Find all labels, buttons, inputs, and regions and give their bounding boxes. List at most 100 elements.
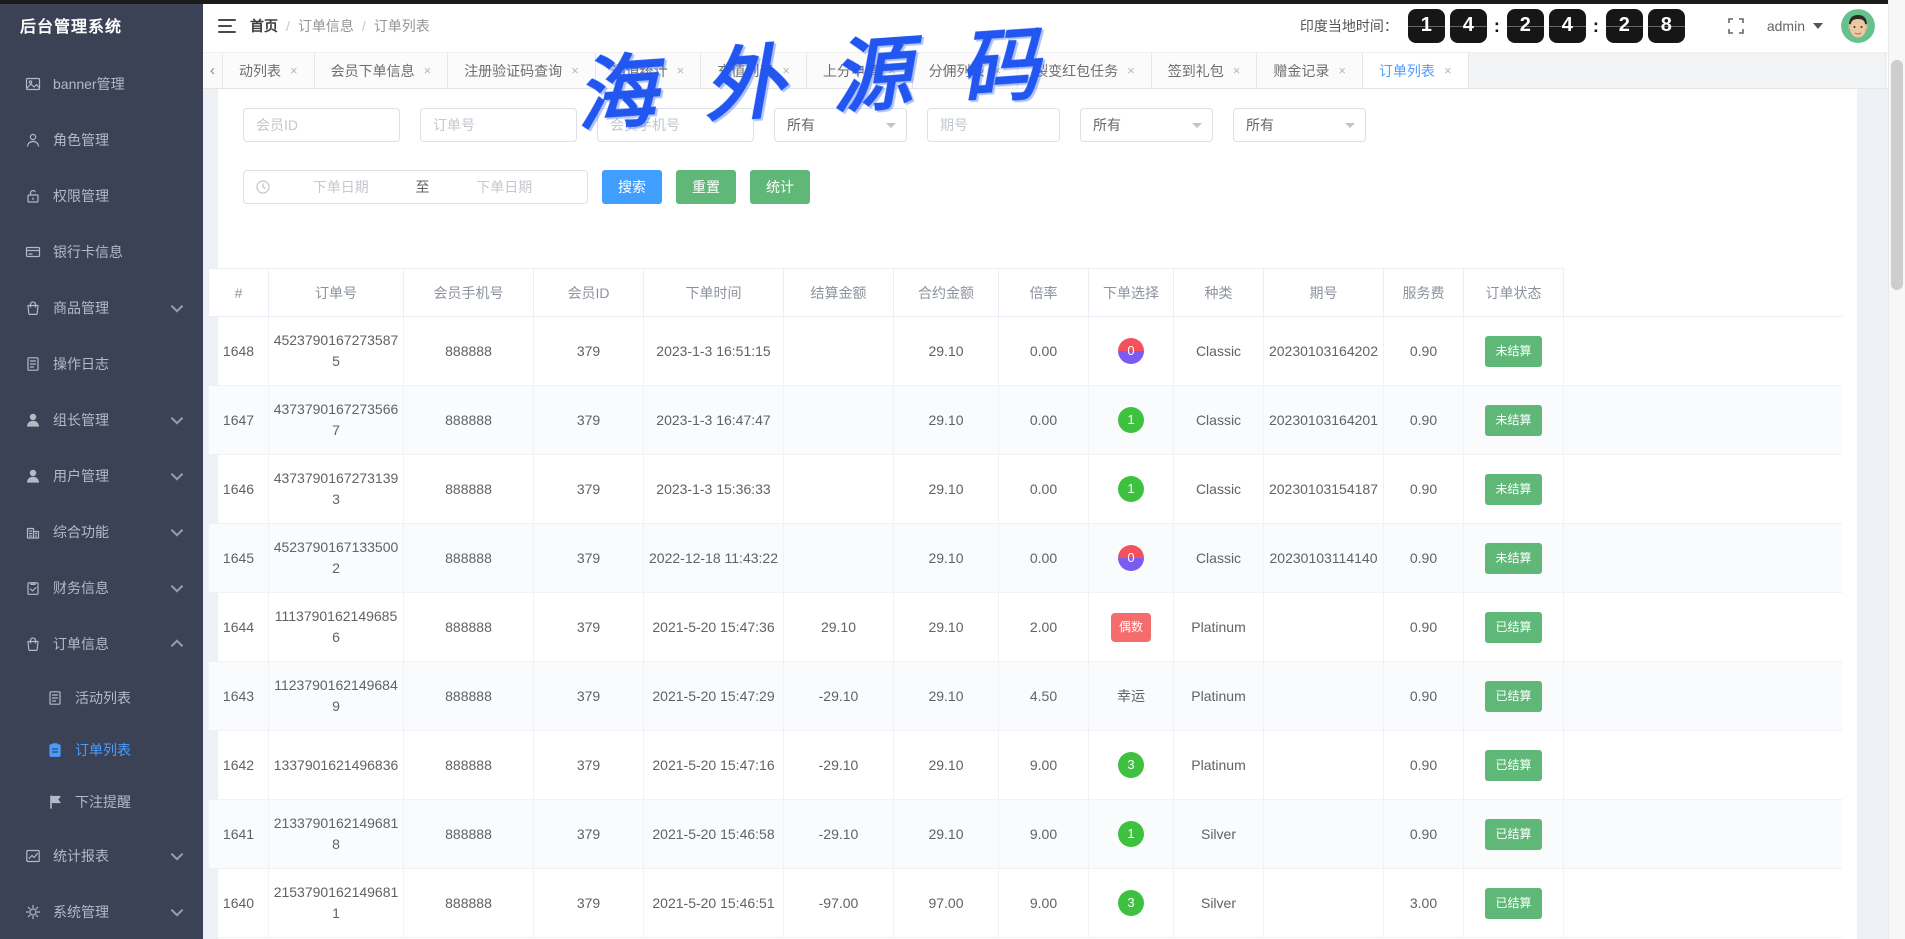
sidebar-subitem-10-0[interactable]: 活动列表 [0, 672, 203, 724]
image-icon [25, 76, 41, 92]
scrollbar-thumb[interactable] [1891, 60, 1903, 290]
cell-choice: 0 [1089, 524, 1174, 593]
tab-close-icon[interactable]: × [424, 63, 432, 78]
cell-filler [1564, 524, 1843, 593]
tab-close-icon[interactable]: × [888, 63, 896, 78]
chevron-down-icon [886, 123, 896, 128]
cell-fee: 0.90 [1384, 386, 1464, 455]
sidebar-item-7[interactable]: 用户管理 [0, 448, 203, 504]
sidebar-item-label: 权限管理 [53, 186, 185, 206]
tab-6[interactable]: 分佣列表× [913, 53, 1019, 88]
tab-close-icon[interactable]: × [1233, 63, 1241, 78]
window-top-edge [0, 0, 1905, 4]
tab-close-icon[interactable]: × [290, 63, 298, 78]
sidebar-subitem-10-2[interactable]: 下注提醒 [0, 776, 203, 828]
cell-filler [1564, 317, 1843, 386]
sidebar-item-5[interactable]: 操作日志 [0, 336, 203, 392]
cell-fee: 0.90 [1384, 317, 1464, 386]
tab-4[interactable]: 充值列表× [701, 53, 807, 88]
sidebar-item-12[interactable]: 系统管理 [0, 884, 203, 939]
sidebar-item-2[interactable]: 权限管理 [0, 168, 203, 224]
table-row: 164213379016214968368888883792021-5-20 1… [209, 731, 1843, 800]
clipboard-icon [47, 742, 63, 758]
clock-digit-2: 2 [1507, 9, 1544, 43]
cell-fee: 0.90 [1384, 662, 1464, 731]
select-value: 所有 [1246, 115, 1274, 135]
order-date-range-input[interactable]: 下单日期 至 下单日期 [243, 170, 588, 204]
local-time-label: 印度当地时间： [1300, 16, 1398, 36]
cell-order: 11237901621496849 [269, 662, 404, 731]
sidebar-submenu: 活动列表订单列表下注提醒 [0, 672, 203, 828]
sidebar-item-9[interactable]: 财务信息 [0, 560, 203, 616]
tab-close-icon[interactable]: × [1444, 63, 1452, 78]
stats-button[interactable]: 统计 [750, 170, 810, 204]
cell-member: 379 [534, 662, 644, 731]
tab-close-icon[interactable]: × [571, 63, 579, 78]
cell-time: 2021-5-20 15:47:29 [644, 662, 784, 731]
filter-input-field-0[interactable] [244, 109, 399, 141]
search-button[interactable]: 搜索 [602, 170, 662, 204]
fullscreen-icon[interactable] [1727, 17, 1745, 35]
chevron-down-icon [1192, 123, 1202, 128]
cell-period [1264, 662, 1384, 731]
filter-select-5[interactable]: 所有 [1080, 108, 1213, 142]
cell-phone: 888888 [404, 317, 534, 386]
filter-input-field-2[interactable] [598, 109, 753, 141]
cell-period: 20230103154187 [1264, 455, 1384, 524]
sidebar-item-3[interactable]: 银行卡信息 [0, 224, 203, 280]
column-header-6: 合约金额 [894, 269, 999, 317]
tab-10[interactable]: 订单列表× [1363, 53, 1469, 88]
tab-3[interactable]: 通道统计× [596, 53, 702, 88]
cell-choice: 1 [1089, 800, 1174, 869]
user-dropdown-caret-icon[interactable] [1813, 23, 1823, 29]
sidebar-subitem-10-1[interactable]: 订单列表 [0, 724, 203, 776]
tab-close-icon[interactable]: × [782, 63, 790, 78]
tab-close-icon[interactable]: × [994, 63, 1002, 78]
breadcrumb-item-2[interactable]: 订单列表 [374, 16, 430, 36]
sidebar-item-11[interactable]: 统计报表 [0, 828, 203, 884]
tab-5[interactable]: 上分申请 × [807, 53, 913, 88]
breadcrumb-item-0[interactable]: 首页 [250, 16, 278, 36]
table-row: 1646437379016727313938888883792023-1-3 1… [209, 455, 1843, 524]
tab-label: 上分申请 [823, 61, 879, 81]
filter-select-6[interactable]: 所有 [1233, 108, 1366, 142]
cell-order: 43737901672731393 [269, 455, 404, 524]
tab-1[interactable]: 会员下单信息× [315, 53, 449, 88]
tab-close-icon[interactable]: × [1127, 63, 1135, 78]
username[interactable]: admin [1767, 18, 1805, 34]
tab-0[interactable]: 动列表× [223, 53, 315, 88]
sidebar: 后台管理系统 banner管理角色管理权限管理银行卡信息商品管理操作日志组长管理… [0, 0, 203, 939]
tabs-scroll-left-icon[interactable]: ‹ [203, 53, 223, 88]
sidebar-item-6[interactable]: 组长管理 [0, 392, 203, 448]
cell-fee: 0.90 [1384, 731, 1464, 800]
filter-input-field-4[interactable] [928, 109, 1059, 141]
choice-split-circle-badge: 0 [1118, 545, 1144, 571]
tab-9[interactable]: 赠金记录× [1257, 53, 1363, 88]
menu-toggle-icon[interactable] [218, 19, 236, 33]
sidebar-item-label: 财务信息 [53, 578, 169, 598]
tab-close-icon[interactable]: × [1338, 63, 1346, 78]
sidebar-item-8[interactable]: 综合功能 [0, 504, 203, 560]
tab-8[interactable]: 签到礼包× [1152, 53, 1258, 88]
cell-member: 379 [534, 524, 644, 593]
avatar[interactable] [1841, 9, 1875, 43]
sidebar-item-10[interactable]: 订单信息 [0, 616, 203, 672]
sidebar-item-1[interactable]: 角色管理 [0, 112, 203, 168]
filter-select-3[interactable]: 所有 [774, 108, 907, 142]
tab-close-icon[interactable]: × [677, 63, 685, 78]
sidebar-item-4[interactable]: 商品管理 [0, 280, 203, 336]
tab-2[interactable]: 注册验证码查询× [448, 53, 596, 88]
cell-order: 21537901621496811 [269, 869, 404, 938]
status-badge: 已结算 [1485, 612, 1541, 643]
cell-phone: 888888 [404, 869, 534, 938]
sidebar-item-0[interactable]: banner管理 [0, 56, 203, 112]
cell-rate: 4.50 [999, 662, 1089, 731]
tab-label: 裂变红包任务 [1034, 61, 1118, 81]
cell-fee: 0.90 [1384, 455, 1464, 524]
filter-input-field-1[interactable] [421, 109, 576, 141]
cell-kind: Platinum [1174, 662, 1264, 731]
reset-button[interactable]: 重置 [676, 170, 736, 204]
page-scrollbar[interactable] [1888, 0, 1905, 939]
tab-7[interactable]: 裂变红包任务 × [1018, 53, 1152, 88]
breadcrumb-item-1[interactable]: 订单信息 [298, 16, 354, 36]
